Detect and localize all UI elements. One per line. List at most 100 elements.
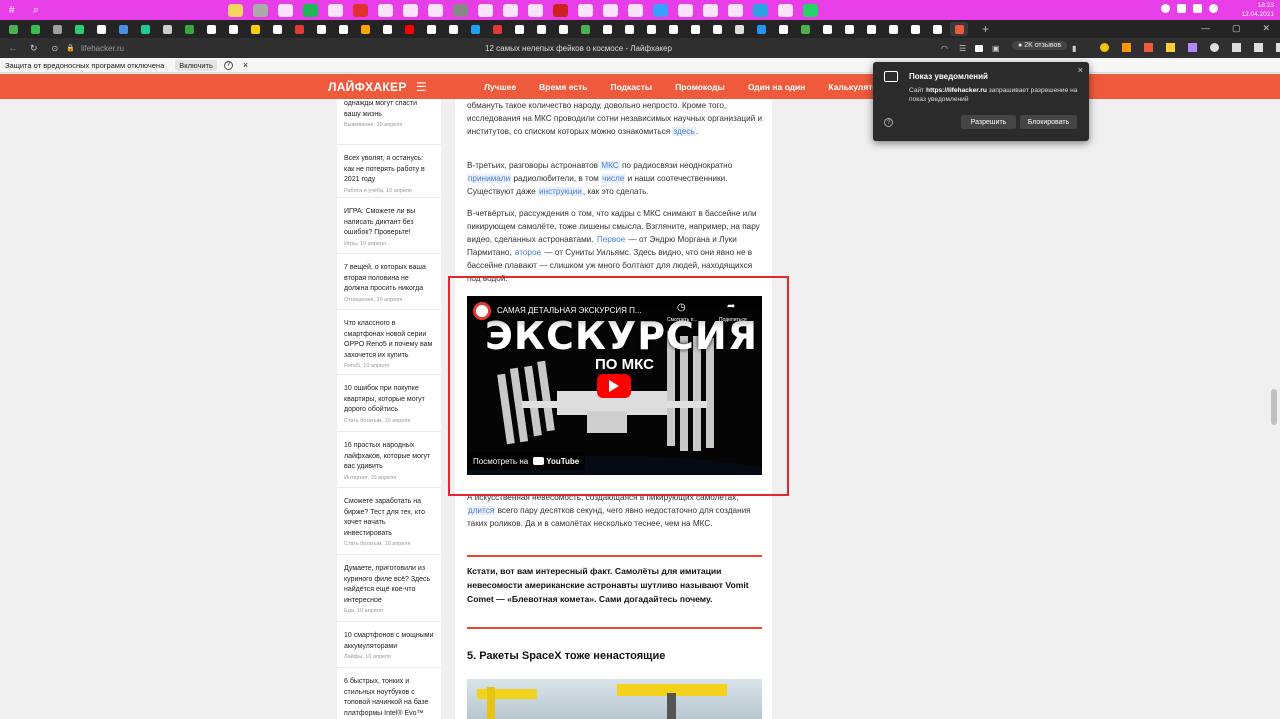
browser-tab[interactable]: [840, 22, 858, 36]
headphones-icon[interactable]: ◠: [941, 44, 948, 53]
taskbar-app-icon[interactable]: [578, 3, 593, 17]
link-iss[interactable]: МКС: [600, 161, 620, 170]
browser-tab[interactable]: [686, 22, 704, 36]
block-button[interactable]: Блокировать: [1020, 115, 1077, 129]
sidebar-article[interactable]: 6 быстрых, тонких и стильных ноутбуков с…: [337, 668, 441, 719]
browser-tab[interactable]: [620, 22, 638, 36]
browser-tab[interactable]: [92, 22, 110, 36]
sidebar-article[interactable]: Думаете, приготовили из куриного филе вс…: [337, 555, 441, 622]
maximize-icon[interactable]: ▢: [1232, 23, 1241, 34]
browser-tab[interactable]: [26, 22, 44, 36]
browser-tab[interactable]: [422, 22, 440, 36]
sidebar-article[interactable]: Сможете заработать на бирже? Тест для те…: [337, 488, 441, 555]
taskbar-app-icon[interactable]: [528, 3, 543, 17]
browser-tab[interactable]: [796, 22, 814, 36]
link-here[interactable]: здесь: [672, 127, 696, 136]
sidebar-article[interactable]: 16 простых народных лайфхаков, которые м…: [337, 432, 441, 488]
browser-tab[interactable]: [950, 22, 968, 36]
sidebar-article[interactable]: 10 смартфонов с мощными аккумуляторами Ла…: [337, 622, 441, 668]
system-clock[interactable]: 18:23 12.04.2021: [1241, 1, 1274, 19]
taskbar-app-icon[interactable]: [328, 3, 343, 17]
sidebar-article-title[interactable]: Думаете, приготовили из куриного филе вс…: [344, 564, 434, 606]
channel-avatar[interactable]: [473, 302, 491, 320]
extension-icon[interactable]: [1166, 43, 1175, 52]
link-first-video[interactable]: Первое: [596, 235, 626, 244]
browser-tab[interactable]: [312, 22, 330, 36]
bookmark-list-icon[interactable]: ☰: [959, 44, 966, 53]
extension-icon[interactable]: [1188, 43, 1197, 52]
browser-tab[interactable]: [752, 22, 770, 36]
minimize-icon[interactable]: —: [1201, 23, 1210, 34]
popup-help-icon[interactable]: ?: [884, 118, 893, 127]
browser-tab[interactable]: [114, 22, 132, 36]
browser-tab[interactable]: [356, 22, 374, 36]
tray-icon[interactable]: [1193, 4, 1202, 13]
sidebar-article[interactable]: однажды могут спасти вашу жизнь Выживание…: [337, 99, 441, 145]
sidebar-article-title[interactable]: Сможете заработать на бирже? Тест для те…: [344, 497, 434, 539]
tray-icon[interactable]: [1161, 4, 1170, 13]
sidebar-article-title[interactable]: 10 ошибок при покупке квартиры, которые …: [344, 384, 434, 416]
site-logo[interactable]: ЛАЙФХАКЕР: [328, 80, 407, 94]
enable-protection-button[interactable]: Включить: [175, 59, 217, 71]
taskbar-app-icon[interactable]: [278, 3, 293, 17]
browser-tab[interactable]: [246, 22, 264, 36]
taskbar-app-icon[interactable]: [728, 3, 743, 17]
browser-tab[interactable]: [642, 22, 660, 36]
taskbar-app-icon[interactable]: [453, 3, 468, 17]
menu-icon[interactable]: ☰: [416, 80, 427, 94]
browser-tab[interactable]: [202, 22, 220, 36]
play-button[interactable]: [597, 374, 631, 398]
taskbar-app-icon[interactable]: [353, 3, 368, 17]
nav-link[interactable]: Промокоды: [675, 82, 725, 92]
page-scrollbar[interactable]: [1271, 389, 1277, 425]
sidebar-article[interactable]: 10 ошибок при покупке квартиры, которые …: [337, 375, 441, 432]
browser-tab[interactable]: [884, 22, 902, 36]
bookmark-icon[interactable]: ▮: [1072, 44, 1076, 53]
allow-button[interactable]: Разрешить: [961, 115, 1016, 129]
browser-tab[interactable]: [334, 22, 352, 36]
nav-link[interactable]: Лучшее: [484, 82, 516, 92]
camera-icon[interactable]: ▣: [992, 44, 1000, 53]
sidebar-article[interactable]: Что классного в смартфонах новой серии O…: [337, 310, 441, 375]
link-lasts[interactable]: длится: [467, 506, 496, 515]
browser-tab[interactable]: [598, 22, 616, 36]
sidebar-article-title[interactable]: ИГРА: Сможете ли вы написать диктант без…: [344, 207, 434, 239]
taskbar-app-icon[interactable]: [303, 3, 318, 17]
taskbar-app-icon[interactable]: [653, 3, 668, 17]
close-bar-icon[interactable]: ×: [243, 60, 248, 70]
new-tab-button[interactable]: +: [982, 22, 989, 36]
start-icon[interactable]: #: [9, 5, 23, 16]
browser-tab[interactable]: [224, 22, 242, 36]
browser-tab[interactable]: [70, 22, 88, 36]
extension-icon[interactable]: [1254, 43, 1263, 52]
share-icon[interactable]: ➦: [727, 301, 735, 312]
taskbar-app-icon[interactable]: [403, 3, 418, 17]
nav-link[interactable]: Подкасты: [610, 82, 652, 92]
extension-icon[interactable]: [1276, 43, 1280, 52]
taskbar-app-icon[interactable]: [378, 3, 393, 17]
clock-icon[interactable]: ◷: [677, 302, 686, 313]
taskbar-app-icon[interactable]: [778, 3, 793, 17]
sidebar-article-title[interactable]: 16 простых народных лайфхаков, которые м…: [344, 441, 434, 473]
site-info-icon[interactable]: ⊙: [52, 44, 59, 53]
browser-tab[interactable]: [774, 22, 792, 36]
taskbar-app-icon[interactable]: [803, 3, 818, 17]
browser-tab[interactable]: [48, 22, 66, 36]
sidebar-article[interactable]: ИГРА: Сможете ли вы написать диктант без…: [337, 198, 441, 254]
browser-tab[interactable]: [400, 22, 418, 36]
close-window-icon[interactable]: ✕: [1262, 23, 1270, 34]
tray-icon[interactable]: [1177, 4, 1186, 13]
browser-tab[interactable]: [532, 22, 550, 36]
reviews-badge[interactable]: ● 2K отзывов: [1012, 41, 1068, 50]
taskbar-app-icon[interactable]: [228, 3, 243, 17]
browser-tab[interactable]: [862, 22, 880, 36]
watch-on-youtube[interactable]: Посмотреть на YouTube: [467, 452, 586, 470]
browser-tab[interactable]: [444, 22, 462, 36]
youtube-embed[interactable]: ЭКСКУРСИЯ ПО МКС САМАЯ ДЕТАЛЬНАЯ ЭКСКУРС…: [467, 296, 762, 475]
browser-tab[interactable]: [554, 22, 572, 36]
browser-tab[interactable]: [158, 22, 176, 36]
taskbar-app-icon[interactable]: [753, 3, 768, 17]
link-instructions[interactable]: инструкции: [537, 187, 583, 196]
browser-tab[interactable]: [708, 22, 726, 36]
taskbar-app-icon[interactable]: [503, 3, 518, 17]
